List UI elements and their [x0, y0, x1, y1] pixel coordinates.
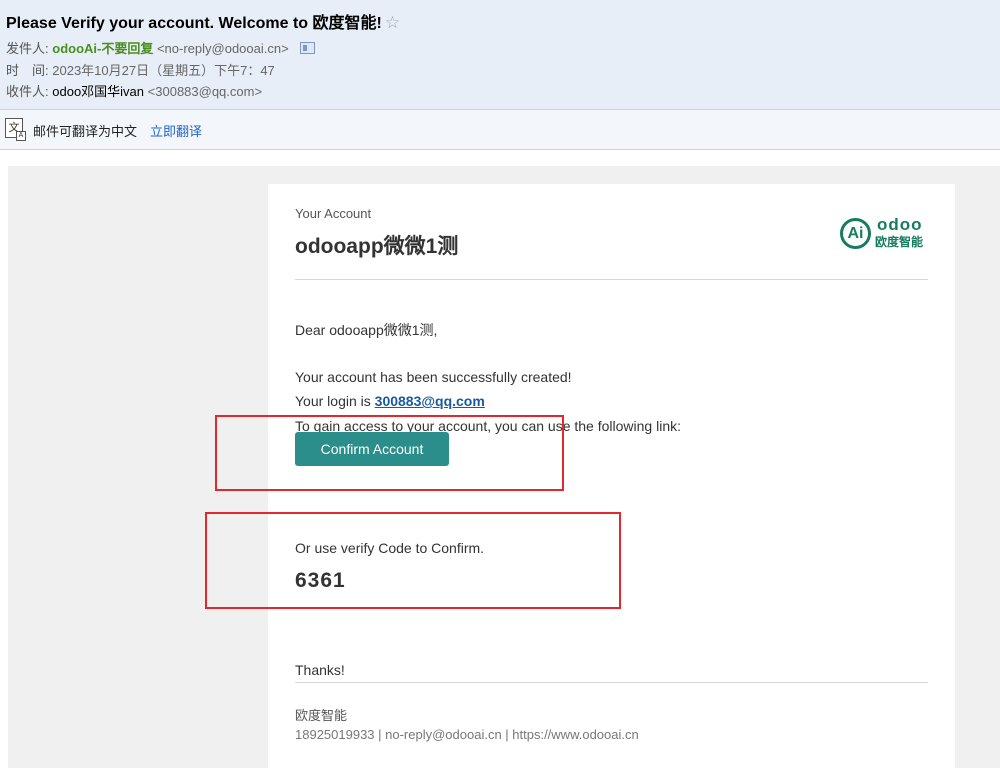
to-row: 收件人: odoo邓国华ivan <300883@qq.com>	[6, 81, 262, 100]
logo-word: odoo	[877, 215, 923, 234]
logo-cn: 欧度智能	[875, 235, 924, 249]
translate-now-link[interactable]: 立即翻译	[150, 121, 202, 140]
mail-header: Please Verify your account. Welcome to 欧…	[0, 0, 1000, 150]
thanks-text: Thanks!	[295, 662, 345, 678]
mail-subject: Please Verify your account. Welcome to 欧…	[6, 9, 400, 33]
footer-divider	[295, 682, 928, 683]
logo-mark-icon: Ai	[840, 218, 871, 249]
sender-address: <no-reply@odooai.cn>	[156, 41, 289, 56]
footer-company: 欧度智能	[295, 708, 348, 723]
created-message: Your account has been successfully creat…	[295, 369, 572, 385]
highlight-box-code	[205, 512, 621, 609]
translate-icon: 文A	[5, 118, 26, 141]
login-prefix: Your login is	[295, 393, 375, 409]
login-line: Your login is 300883@qq.com	[295, 393, 485, 409]
footer-contact: 18925019933 | no-reply@odooai.cn | https…	[295, 727, 639, 742]
subject-text: Please Verify your account. Welcome to 欧…	[6, 15, 382, 32]
from-row: 发件人: odooAi-不要回复 <no-reply@odooai.cn>	[6, 38, 316, 57]
time-label: 时 间:	[6, 63, 49, 78]
divider	[295, 279, 928, 280]
star-icon[interactable]: ☆	[385, 13, 400, 32]
time-value: 2023年10月27日（星期五）下午7：47	[52, 63, 275, 78]
odoo-ai-logo: Ai odoo 欧度智能	[840, 215, 930, 252]
time-row: 时 间: 2023年10月27日（星期五）下午7：47	[6, 60, 275, 79]
highlight-box-confirm	[215, 415, 564, 491]
greeting: Dear odooapp微微1测,	[295, 322, 438, 338]
to-label: 收件人:	[6, 84, 49, 99]
recipient-name[interactable]: odoo邓国华ivan	[52, 84, 144, 99]
from-label: 发件人:	[6, 41, 49, 56]
account-name: odooapp微微1测	[295, 235, 459, 258]
account-label: Your Account	[295, 206, 372, 221]
translate-bar: 文A 邮件可翻译为中文 立即翻译	[0, 109, 1000, 149]
recipient-address: <300883@qq.com>	[147, 84, 263, 99]
login-email-link[interactable]: 300883@qq.com	[375, 393, 485, 409]
translate-hint: 邮件可翻译为中文	[33, 124, 138, 139]
contact-card-icon[interactable]	[300, 42, 316, 54]
sender-name[interactable]: odooAi-不要回复	[52, 41, 153, 56]
